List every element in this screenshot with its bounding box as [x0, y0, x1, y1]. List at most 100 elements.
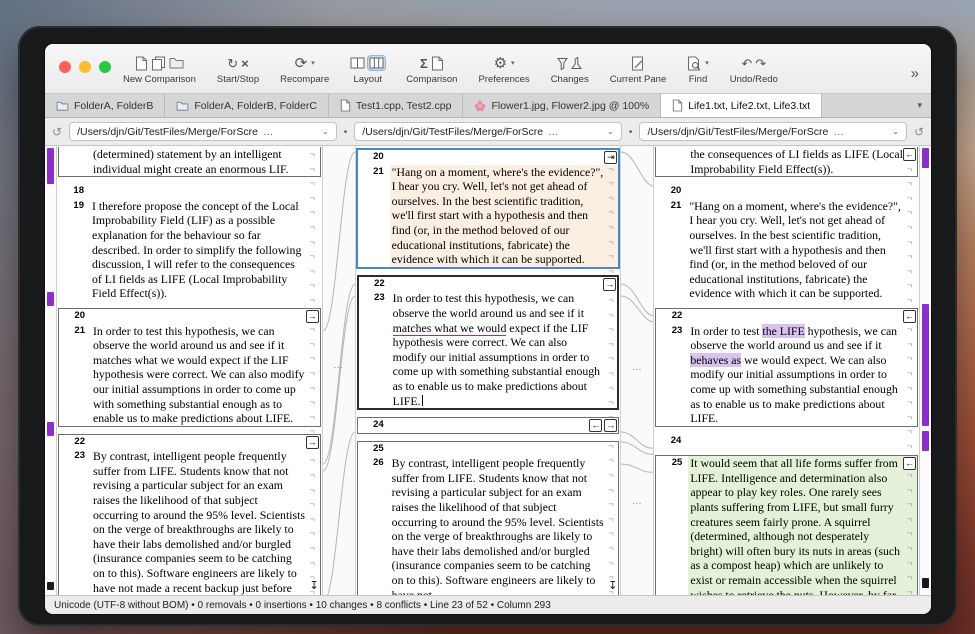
line-number: 25 [358, 442, 390, 457]
merge-right-button[interactable]: → [306, 310, 319, 323]
text-line[interactable] [688, 309, 917, 324]
text-paragraph[interactable]: "Hang on a moment, where's the evidence?… [687, 199, 918, 301]
file-path-field-right[interactable]: /Users/djn/Git/TestFiles/Merge/ForScre …… [639, 122, 907, 141]
toolbar-overflow-button[interactable]: » [911, 57, 919, 82]
tab-foldera-folderb-folderc[interactable]: FolderA, FolderB, FolderC [165, 94, 329, 117]
toolbar-label: Layout [353, 74, 382, 85]
document-pair-icon [151, 56, 166, 71]
toolbar-label: Find [689, 74, 707, 85]
text-paragraph[interactable]: By contrast, intelligent people frequent… [390, 456, 619, 595]
text-paragraph[interactable]: "Hang on a moment, where's the evidence?… [390, 165, 619, 267]
comparison-content: (determined) statement by an intelligent… [45, 146, 931, 595]
text-line[interactable] [390, 442, 619, 457]
toolbar-label: New Comparison [123, 74, 196, 85]
link-gutter-left: … [322, 146, 356, 595]
toolbar-find[interactable]: ▾ Find [687, 55, 709, 85]
file-path-field-left[interactable]: /Users/djn/Git/TestFiles/Merge/ForScre …… [69, 122, 337, 141]
text-paragraph[interactable]: By contrast, intelligent people frequent… [91, 449, 320, 595]
status-bar: Unicode (UTF-8 without BOM) • 0 removals… [45, 595, 931, 614]
gear-icon: ⚙ [494, 56, 507, 71]
chevron-down-icon[interactable]: ⌄ [892, 127, 899, 136]
file-path-field-middle[interactable]: /Users/djn/Git/TestFiles/Merge/ForScre …… [354, 122, 622, 141]
tab-foldera-folderb[interactable]: FolderA, FolderB [45, 94, 165, 117]
text-line[interactable] [390, 150, 619, 165]
flower-image-icon [474, 100, 486, 112]
text-line[interactable] [390, 418, 619, 433]
merge-left-button[interactable]: ← [903, 457, 916, 470]
tab-flower-jpg[interactable]: Flower1.jpg, Flower2.jpg @ 100% [463, 94, 661, 117]
merge-right-button[interactable]: → [603, 278, 616, 291]
next-change-button[interactable]: ↧ [920, 580, 931, 591]
zoom-window-button[interactable] [99, 61, 111, 73]
folder-comparison-icon [169, 57, 184, 69]
text-paragraph[interactable]: In order to test this hypothesis, we can… [91, 324, 320, 426]
toolbar-new-comparison[interactable]: New Comparison [123, 55, 196, 85]
text-line[interactable] [687, 434, 918, 449]
merge-right-button[interactable]: → [306, 436, 319, 449]
text-line[interactable] [91, 309, 320, 324]
line-number: 21 [655, 199, 687, 301]
collapsed-link-ellipsis[interactable]: … [333, 360, 344, 371]
toolbar-recompare[interactable]: ⟳ ▾ Recompare [280, 55, 329, 85]
text-line[interactable] [91, 435, 320, 450]
text-paragraph[interactable]: In order to test this hypothesis, we can… [391, 291, 618, 408]
text-line[interactable] [687, 184, 918, 199]
tab-test-cpp[interactable]: Test1.cpp, Test2.cpp [329, 94, 464, 117]
line-number [59, 147, 91, 176]
toolbar-preferences[interactable]: ⚙ ▾ Preferences [478, 55, 529, 85]
next-change-button[interactable]: ↧ [608, 579, 617, 592]
file-path-text: /Users/djn/Git/TestFiles/Merge/ForScre [362, 126, 543, 138]
redo-icon: ↷ [755, 57, 766, 70]
text-paragraph[interactable]: In order to test the LIFE hypothesis, we… [688, 324, 917, 426]
merge-left-button[interactable]: ← [589, 419, 602, 432]
tab-bar-spacer [822, 94, 908, 117]
swap-panes-icon[interactable]: ↺ [52, 125, 62, 139]
toolbar-layout[interactable]: Layout [350, 55, 385, 85]
next-change-button[interactable]: ↧ [309, 579, 318, 592]
change-map-left[interactable] [45, 146, 57, 595]
file-pane-left[interactable]: (determined) statement by an intelligent… [57, 146, 322, 595]
tab-overflow-caret[interactable]: ▾ [908, 94, 931, 117]
text-paragraph[interactable]: I therefore propose the concept of the L… [90, 199, 321, 301]
change-map-right[interactable]: ↧ [919, 146, 931, 595]
text-paragraph[interactable]: the consequences of LI fields as LIFE (L… [688, 147, 917, 176]
merge-left-button[interactable]: ← [903, 148, 916, 161]
text-line[interactable] [391, 277, 618, 292]
chevron-down-icon[interactable]: ⌄ [607, 127, 614, 136]
toolbar-label: Recompare [280, 74, 329, 85]
link-gutter-right: … … [620, 146, 654, 595]
swap-panes-icon[interactable]: ↺ [914, 125, 924, 139]
line-number: 22 [59, 435, 91, 450]
merge-right-button[interactable]: → [604, 419, 617, 432]
merge-left-button[interactable]: ← [903, 310, 916, 323]
close-window-button[interactable] [59, 61, 71, 73]
line-number: 24 [655, 434, 687, 449]
tab-label: FolderA, FolderB, FolderC [194, 100, 317, 112]
toolbar-start-stop[interactable]: ↻ × Start/Stop [217, 55, 259, 85]
text-paragraph[interactable]: (determined) statement by an intelligent… [91, 147, 320, 176]
collapsed-link-ellipsis[interactable]: … [632, 362, 643, 373]
toolbar-comparison[interactable]: Σ Comparison [406, 55, 457, 85]
tab-bar: FolderA, FolderB FolderA, FolderB, Folde… [45, 94, 931, 118]
file-pane-right[interactable]: ← the consequences of LI fields as LIFE … [654, 146, 919, 595]
minimize-window-button[interactable] [79, 61, 91, 73]
toolbar-changes[interactable]: Changes [551, 55, 589, 85]
toolbar-label: Preferences [478, 74, 529, 85]
toolbar-current-pane[interactable]: Current Pane [610, 55, 667, 85]
toolbar: New Comparison ↻ × Start/Stop ⟳ ▾ Recomp… [45, 44, 931, 94]
text-paragraph[interactable]: It would seem that all life forms suffer… [688, 456, 917, 595]
tab-life-txt[interactable]: Life1.txt, Life2.txt, Life3.txt [661, 94, 822, 117]
line-number: 25 [656, 456, 688, 595]
merge-right-bar-button[interactable]: ⇥ [604, 151, 617, 164]
collapsed-link-ellipsis[interactable]: … [632, 496, 643, 507]
document-icon [672, 99, 683, 112]
line-number: 19 [58, 199, 90, 301]
unchanged-region: 20 21"Hang on a moment, where's the evid… [655, 184, 918, 301]
toolbar-undo-redo[interactable]: ↶ ↷ Undo/Redo [730, 55, 778, 85]
line-number: 26 [358, 456, 390, 595]
alignment-gap-block: ← → 24 [357, 417, 620, 434]
chevron-down-icon[interactable]: ⌄ [322, 127, 329, 136]
text-line[interactable] [90, 184, 321, 199]
change-block: ← 22 23 In order to test the LIFE hypoth… [655, 308, 918, 427]
file-pane-middle[interactable]: ⇥ 20 21"Hang on a moment, where's the ev… [356, 146, 621, 595]
